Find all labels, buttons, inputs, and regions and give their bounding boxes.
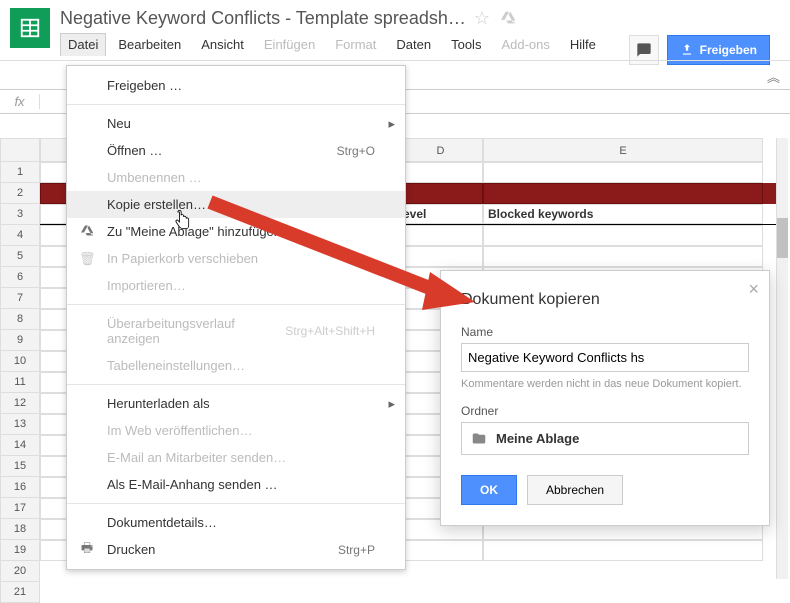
menu-item-email-mitarbeiter: E-Mail an Mitarbeiter senden… (67, 444, 405, 471)
row-header[interactable]: 13 (0, 414, 40, 435)
menu-item-dokumentdetails[interactable]: Dokumentdetails… (67, 509, 405, 536)
menu-item-freigeben[interactable]: Freigeben … (67, 72, 405, 99)
drive-add-icon (79, 224, 95, 239)
menu-item-drucken[interactable]: 🖶 DruckenStrg+P (67, 536, 405, 563)
folder-value: Meine Ablage (496, 431, 579, 446)
menu-item-umbenennen: Umbenennen … (67, 164, 405, 191)
close-icon[interactable]: × (748, 279, 759, 300)
header-cell-blocked[interactable]: Blocked keywords (483, 204, 763, 224)
name-input[interactable] (461, 343, 749, 372)
row-header[interactable]: 1 (0, 162, 40, 183)
menu-daten[interactable]: Daten (388, 33, 439, 56)
menu-item-kopie-erstellen[interactable]: Kopie erstellen… (67, 191, 405, 218)
row-header[interactable]: 15 (0, 456, 40, 477)
print-icon: 🖶 (79, 539, 95, 561)
select-all-cell[interactable] (0, 138, 40, 162)
cursor-pointer-icon (172, 210, 192, 239)
menu-ansicht[interactable]: Ansicht (193, 33, 252, 56)
row-header[interactable]: 6 (0, 267, 40, 288)
name-label: Name (461, 325, 749, 339)
row-header[interactable]: 5 (0, 246, 40, 267)
folder-label: Ordner (461, 404, 749, 418)
drive-icon[interactable] (500, 8, 516, 29)
row-header[interactable]: 21 (0, 582, 40, 603)
dialog-hint: Kommentare werden nicht in das neue Doku… (461, 378, 749, 390)
ok-button[interactable]: OK (461, 475, 517, 505)
row-header[interactable]: 10 (0, 351, 40, 372)
collapse-toolbar-icon[interactable]: ︽ (767, 67, 780, 86)
share-button-label: Freigeben (700, 43, 757, 57)
star-icon[interactable]: ☆ (474, 8, 490, 29)
menu-bearbeiten[interactable]: Bearbeiten (110, 33, 189, 56)
menu-item-tabelleneinstellungen: Tabelleneinstellungen… (67, 352, 405, 379)
menu-tools[interactable]: Tools (443, 33, 489, 56)
menu-addons[interactable]: Add-ons (493, 33, 557, 56)
row-header[interactable]: 7 (0, 288, 40, 309)
row-header[interactable]: 9 (0, 330, 40, 351)
row-header[interactable]: 16 (0, 477, 40, 498)
sheets-logo[interactable] (10, 8, 50, 48)
scrollbar-thumb[interactable] (777, 218, 788, 258)
folder-icon (470, 431, 488, 446)
dialog-title: Dokument kopieren (461, 291, 749, 309)
menu-item-verlauf: Überarbeitungsverlauf anzeigenStrg+Alt+S… (67, 310, 405, 352)
menu-einfuegen[interactable]: Einfügen (256, 33, 323, 56)
menu-item-herunterladen[interactable]: Herunterladen als▸ (67, 390, 405, 417)
menu-item-papierkorb: 🗑 In Papierkorb verschieben (67, 245, 405, 272)
cancel-button[interactable]: Abbrechen (527, 475, 623, 505)
menu-item-importieren: Importieren… (67, 272, 405, 299)
row-header[interactable]: 3 (0, 204, 40, 225)
menu-item-ablage[interactable]: Zu "Meine Ablage" hinzufügen (67, 218, 405, 245)
menu-item-neu[interactable]: Neu▸ (67, 110, 405, 137)
fx-icon: fx (0, 94, 40, 109)
row-header[interactable]: 17 (0, 498, 40, 519)
menu-item-web-veroeffentlichen: Im Web veröffentlichen… (67, 417, 405, 444)
menu-item-email-anhang[interactable]: Als E-Mail-Anhang senden … (67, 471, 405, 498)
col-header-e[interactable]: E (483, 138, 763, 162)
app-header: Negative Keyword Conflicts - Template sp… (0, 0, 790, 56)
col-header-d[interactable]: D (398, 138, 483, 162)
menu-format[interactable]: Format (327, 33, 384, 56)
menu-item-oeffnen[interactable]: Öffnen …Strg+O (67, 137, 405, 164)
row-header[interactable]: 19 (0, 540, 40, 561)
row-headers: 123456789101112131415161718192021 (0, 162, 40, 603)
file-menu-dropdown: Freigeben … Neu▸ Öffnen …Strg+O Umbenenn… (66, 65, 406, 570)
header-cell-level[interactable]: evel (398, 204, 483, 224)
row-header[interactable]: 11 (0, 372, 40, 393)
vertical-scrollbar[interactable] (776, 138, 788, 579)
row-header[interactable]: 2 (0, 183, 40, 204)
row-header[interactable]: 8 (0, 309, 40, 330)
menu-hilfe[interactable]: Hilfe (562, 33, 604, 56)
menu-datei[interactable]: Datei (60, 33, 106, 56)
trash-icon: 🗑 (79, 251, 95, 267)
document-title[interactable]: Negative Keyword Conflicts - Template sp… (60, 8, 466, 29)
copy-document-dialog: × Dokument kopieren Name Kommentare werd… (440, 270, 770, 526)
row-header[interactable]: 4 (0, 225, 40, 246)
row-header[interactable]: 18 (0, 519, 40, 540)
folder-picker[interactable]: Meine Ablage (461, 422, 749, 455)
row-header[interactable]: 14 (0, 435, 40, 456)
submenu-arrow-icon: ▸ (388, 396, 395, 412)
submenu-arrow-icon: ▸ (388, 116, 395, 132)
row-header[interactable]: 12 (0, 393, 40, 414)
